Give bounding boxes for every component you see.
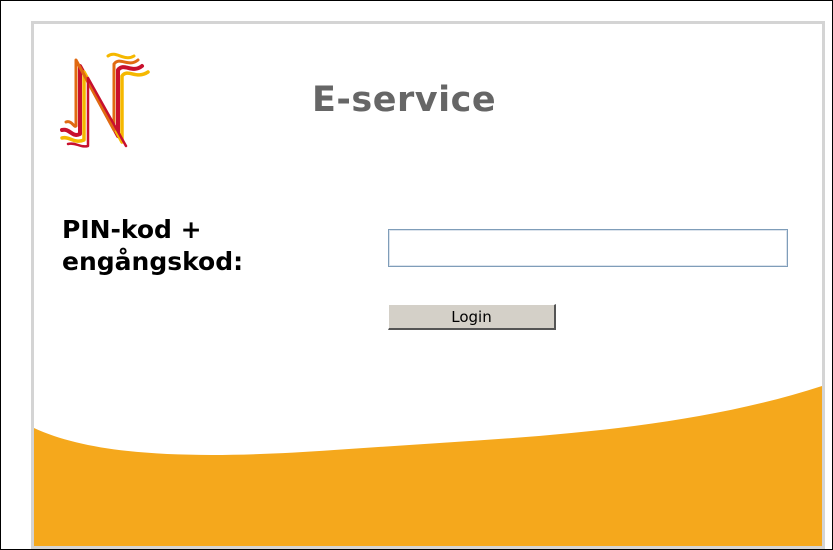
pin-label: PIN-kod + engångskod: [62,214,243,278]
page-frame: E-service PIN-kod + engångskod: Login [0,0,833,550]
login-button[interactable]: Login [388,304,556,330]
n-logo-icon [60,52,150,148]
pin-label-line1: PIN-kod + [62,215,202,244]
pin-label-line2: engångskod: [62,247,244,276]
orange-swoosh-decoration [34,386,822,546]
pin-code-input[interactable] [388,229,788,267]
login-panel: E-service PIN-kod + engångskod: Login [31,21,825,549]
page-title: E-service [312,80,497,120]
